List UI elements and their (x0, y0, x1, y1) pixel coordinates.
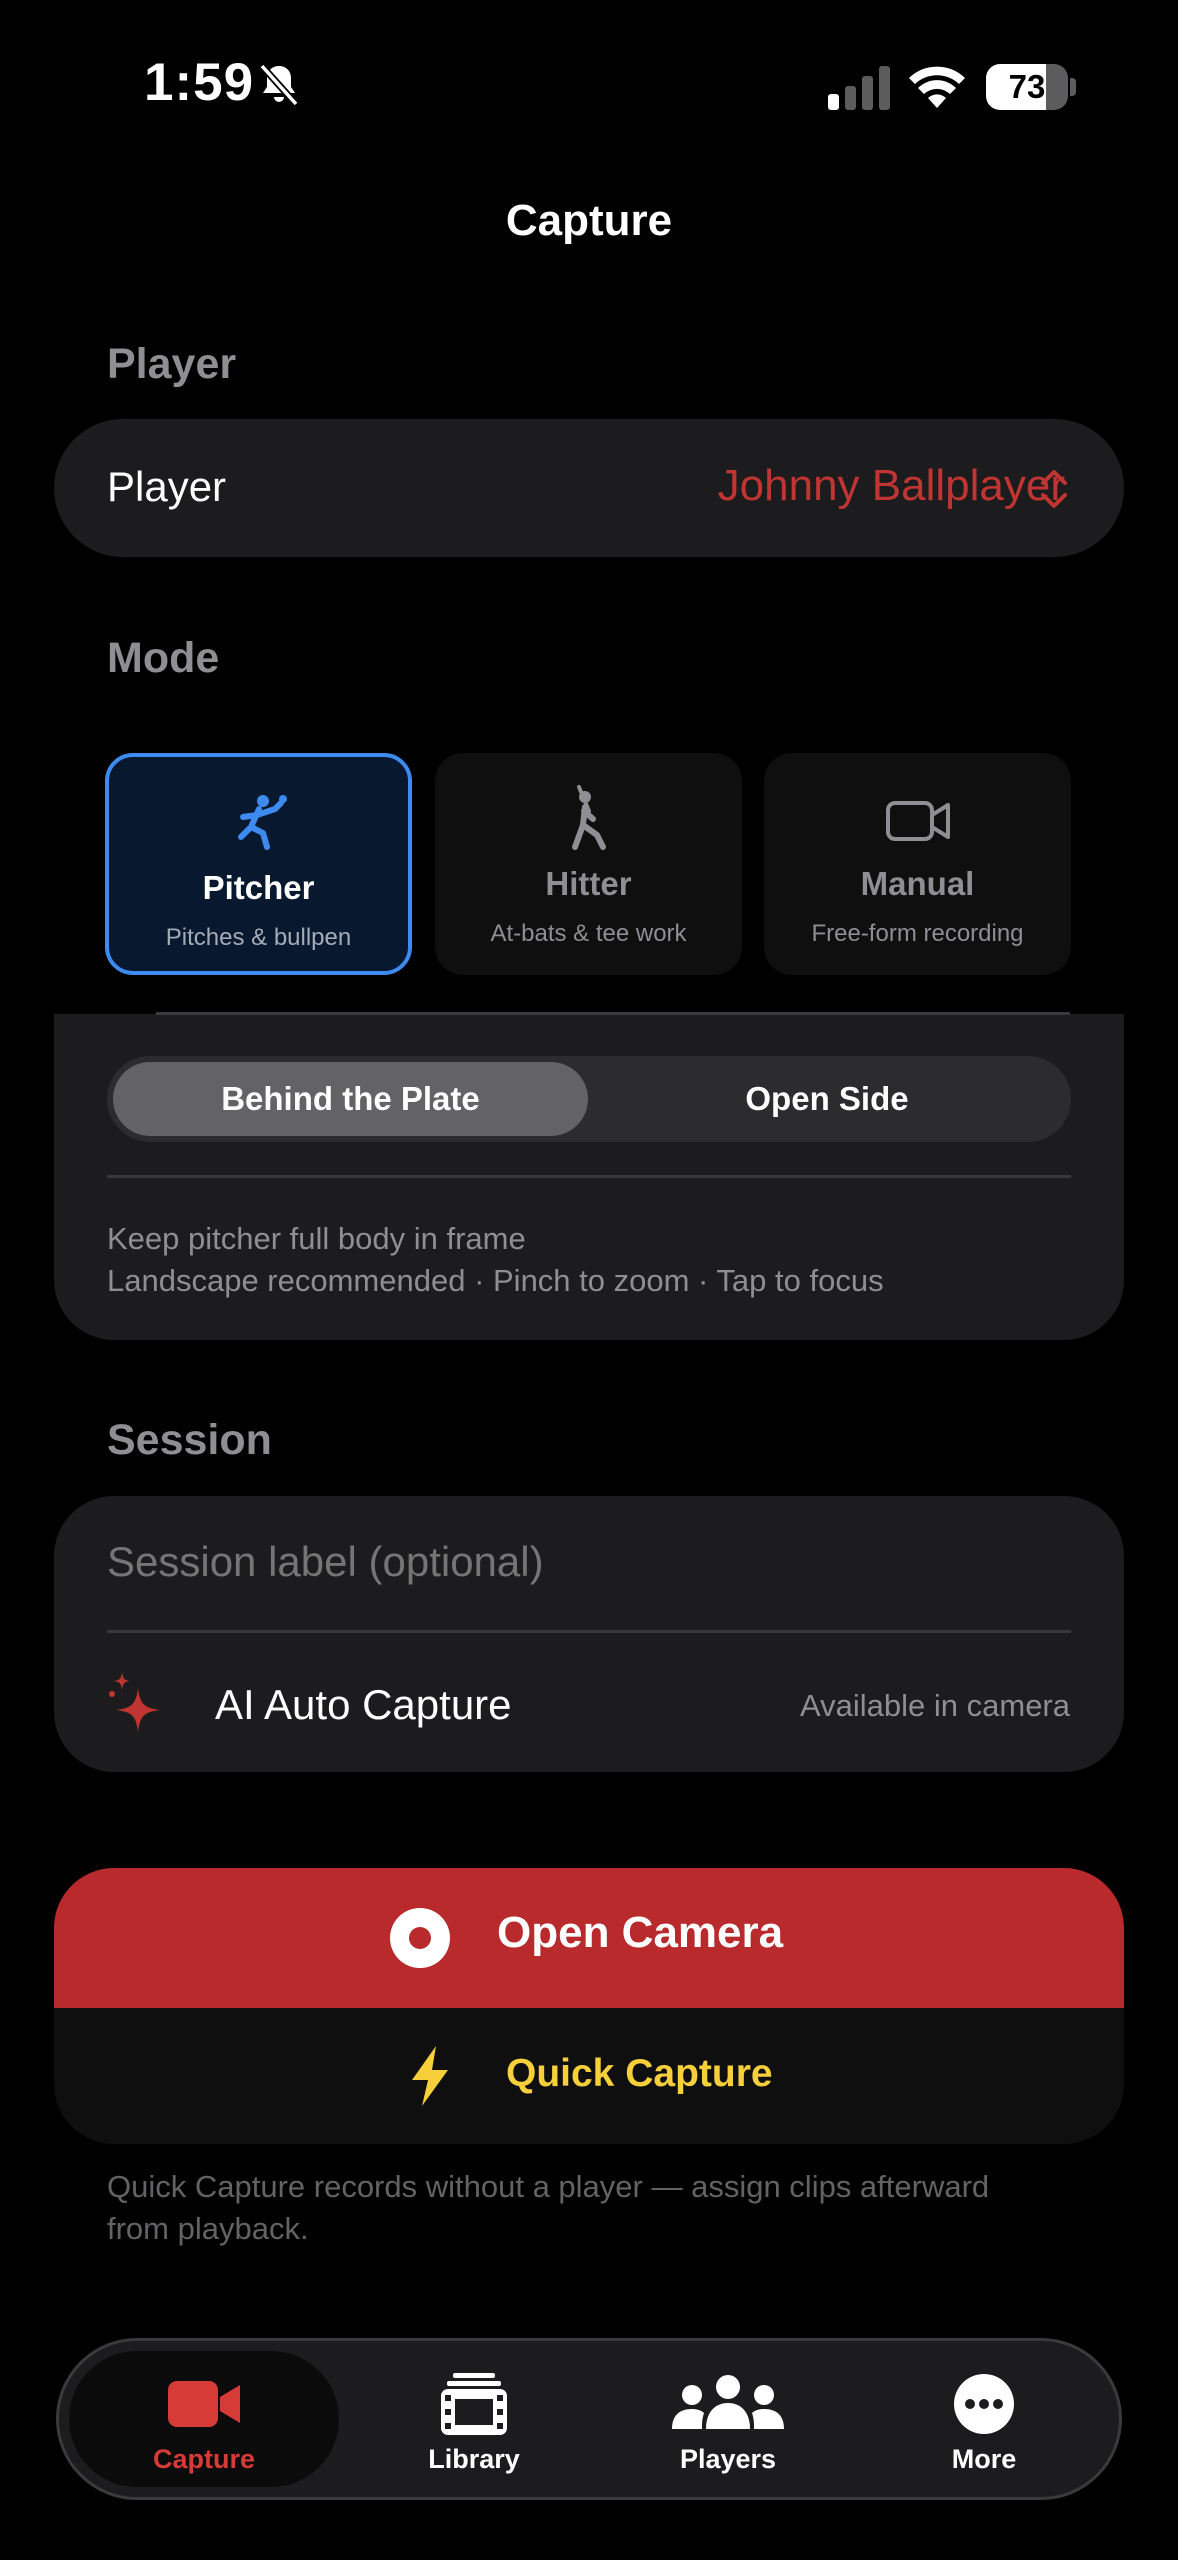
ai-auto-capture-label: AI Auto Capture (215, 1681, 512, 1728)
quick-capture-note: Quick Capture records without a player —… (107, 2169, 990, 2246)
tab-label-more: More (951, 2444, 1017, 2474)
tab-label-players: Players (679, 2444, 777, 2474)
wifi-icon (909, 66, 965, 108)
video-camera-icon (885, 801, 950, 841)
mode-subtitle-manual: Free-form recording (811, 920, 1024, 947)
session-label-input[interactable] (107, 1538, 1007, 1586)
tab-label-capture: Capture (152, 2444, 255, 2474)
cellular-signal-icon (828, 66, 890, 110)
mode-section-heading: Mode (107, 634, 220, 682)
mode-tile-hitter[interactable]: Hitter At-bats & tee work (435, 753, 742, 975)
mode-subtitle-hitter: At-bats & tee work (490, 920, 687, 947)
segment-open-side[interactable]: Open Side (588, 1062, 1066, 1136)
silent-bell-icon (259, 63, 299, 107)
ai-auto-capture-status: Available in camera (800, 1688, 1070, 1723)
tab-bar: Capture Library Players More (56, 2338, 1122, 2500)
selected-player[interactable]: Johnny Ballplayer (718, 461, 1065, 511)
sparkle-icon (109, 1672, 160, 1732)
card-top-divider (156, 1012, 1070, 1015)
camera-position-segmented-control[interactable]: Behind the Plate Open Side (107, 1056, 1071, 1142)
mode-tile-pitcher[interactable]: Pitcher Pitches & bullpen (105, 753, 412, 975)
open-camera-label: Open Camera (497, 1908, 784, 1957)
video-camera-icon (168, 2381, 240, 2427)
open-camera-button[interactable]: Open Camera (54, 1868, 1124, 2008)
more-icon (954, 2374, 1014, 2434)
page-title: Capture (505, 196, 673, 245)
session-section-heading: Session (107, 1416, 272, 1464)
player-section-heading: Player (107, 340, 237, 388)
chevron-up-down-icon (1041, 470, 1067, 508)
mode-name-hitter: Hitter (545, 865, 632, 902)
tab-library[interactable]: Library (339, 2351, 609, 2487)
mode-tile-manual[interactable]: Manual Free-form recording (764, 753, 1071, 975)
tab-players[interactable]: Players (593, 2351, 863, 2487)
camera-hint-line-1: Keep pitcher full body in frame (107, 1221, 526, 1256)
pitcher-icon (237, 795, 287, 850)
people-icon (672, 2375, 784, 2429)
quick-capture-label: Quick Capture (506, 2052, 773, 2095)
tab-label-library: Library (428, 2444, 520, 2474)
film-stack-icon (441, 2373, 507, 2435)
segment-behind-the-plate[interactable]: Behind the Plate (113, 1062, 588, 1136)
divider (107, 1175, 1071, 1178)
camera-hint-line-2: Landscape recommended · Pinch to zoom · … (107, 1263, 884, 1298)
record-icon (390, 1908, 450, 1968)
player-row-label: Player (107, 463, 227, 510)
mode-name-pitcher: Pitcher (202, 869, 315, 906)
battery-icon: 73 (986, 64, 1076, 110)
hitter-icon (571, 785, 606, 850)
quick-capture-button[interactable]: Quick Capture (54, 2008, 1124, 2144)
mode-subtitle-pitcher: Pitches & bullpen (165, 924, 352, 951)
status-time: 1:59 (144, 53, 255, 112)
battery-level: 73 (1008, 68, 1046, 105)
lightning-bolt-icon (412, 2046, 448, 2106)
divider (107, 1630, 1071, 1633)
tab-capture[interactable]: Capture (69, 2351, 339, 2487)
tab-more[interactable]: More (849, 2351, 1119, 2487)
mode-name-manual: Manual (860, 865, 975, 902)
